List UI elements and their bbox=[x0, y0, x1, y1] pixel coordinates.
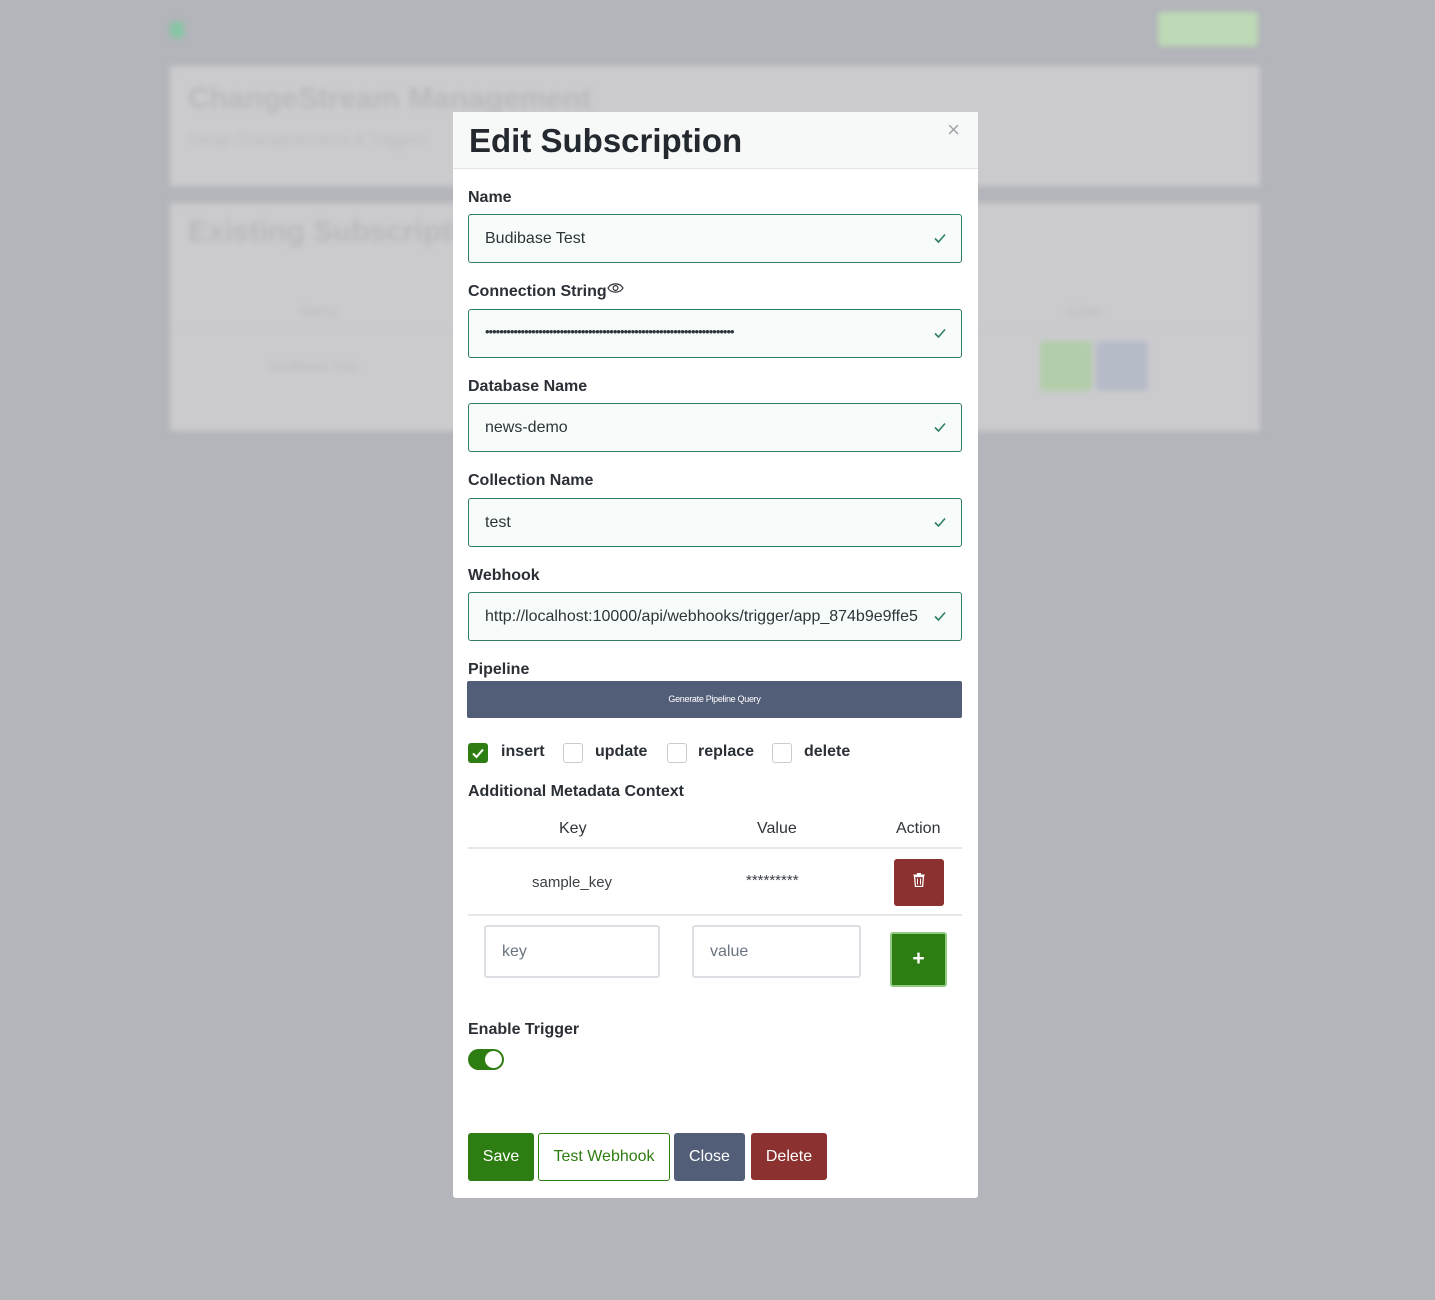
save-button[interactable]: Save bbox=[468, 1133, 534, 1181]
database-name-field[interactable]: news-demo bbox=[468, 403, 962, 452]
insert-checkbox[interactable] bbox=[468, 743, 488, 763]
database-name-label: Database Name bbox=[468, 378, 588, 395]
column-header-action: Action bbox=[896, 820, 941, 837]
insert-label: insert bbox=[501, 743, 545, 760]
table-cell-name: Budibase Test bbox=[270, 358, 358, 374]
webhook-label: Webhook bbox=[468, 567, 540, 584]
table-divider bbox=[468, 914, 962, 916]
test-webhook-button[interactable]: Test Webhook bbox=[538, 1133, 670, 1181]
delete-checkbox[interactable] bbox=[772, 743, 792, 763]
connection-string-label: Connection String bbox=[468, 283, 607, 300]
generate-pipeline-button[interactable]: Generate Pipeline Query bbox=[467, 681, 962, 718]
collection-name-value: test bbox=[485, 514, 511, 531]
modal-header: Edit Subscription × bbox=[453, 112, 978, 169]
delete-metadata-button[interactable] bbox=[894, 859, 944, 906]
table-divider bbox=[468, 847, 962, 849]
close-button[interactable]: Close bbox=[674, 1133, 745, 1181]
page-subtitle: Setup ChangeStreams & Triggers bbox=[188, 132, 428, 149]
table-header-name: Name bbox=[300, 303, 338, 319]
toggle-knob bbox=[485, 1051, 502, 1068]
replace-label: replace bbox=[698, 743, 755, 760]
edit-row-button bbox=[1040, 341, 1092, 391]
metadata-key-input[interactable]: key bbox=[484, 925, 660, 978]
check-icon bbox=[934, 611, 946, 622]
name-value: Budibase Test bbox=[485, 230, 586, 247]
metadata-label: Additional Metadata Context bbox=[468, 783, 685, 800]
connection-string-value: ••••••••••••••••••••••••••••••••••••••••… bbox=[485, 324, 735, 339]
check-icon bbox=[934, 233, 946, 244]
enable-trigger-label: Enable Trigger bbox=[468, 1021, 580, 1038]
column-header-value: Value bbox=[757, 820, 797, 837]
eye-icon[interactable] bbox=[607, 281, 624, 295]
update-checkbox[interactable] bbox=[563, 743, 583, 763]
pipeline-label: Pipeline bbox=[468, 661, 530, 678]
app-logo bbox=[170, 22, 184, 38]
table-header-action: Action bbox=[1065, 303, 1104, 319]
enable-trigger-toggle[interactable] bbox=[468, 1049, 504, 1070]
webhook-value: http://localhost:10000/api/webhooks/trig… bbox=[485, 608, 918, 625]
webhook-field[interactable]: http://localhost:10000/api/webhooks/trig… bbox=[468, 592, 962, 641]
close-icon[interactable]: × bbox=[947, 119, 960, 141]
column-header-key: Key bbox=[559, 820, 587, 837]
key-placeholder: key bbox=[502, 943, 527, 960]
check-icon bbox=[934, 328, 946, 339]
metadata-value-input[interactable]: value bbox=[692, 925, 861, 978]
delete-button[interactable]: Delete bbox=[751, 1133, 827, 1180]
collection-name-field[interactable]: test bbox=[468, 498, 962, 547]
add-metadata-button[interactable]: + bbox=[890, 932, 947, 987]
connection-string-field[interactable]: ••••••••••••••••••••••••••••••••••••••••… bbox=[468, 309, 962, 358]
page-title: ChangeStream Management bbox=[188, 82, 592, 115]
replace-checkbox[interactable] bbox=[667, 743, 687, 763]
trash-icon bbox=[913, 873, 925, 887]
name-field[interactable]: Budibase Test bbox=[468, 214, 962, 263]
update-label: update bbox=[595, 743, 648, 760]
database-name-value: news-demo bbox=[485, 419, 568, 436]
edit-subscription-modal: Edit Subscription × Name Budibase Test C… bbox=[453, 112, 978, 1198]
metadata-key-cell: sample_key bbox=[532, 874, 613, 891]
check-icon bbox=[934, 422, 946, 433]
name-label: Name bbox=[468, 189, 512, 206]
value-placeholder: value bbox=[710, 943, 749, 960]
top-action-button bbox=[1158, 12, 1258, 46]
modal-title: Edit Subscription bbox=[469, 122, 743, 159]
delete-row-button bbox=[1096, 341, 1148, 391]
delete-label: delete bbox=[804, 743, 851, 760]
metadata-value-cell: ********* bbox=[746, 872, 799, 889]
checkmark-icon bbox=[472, 748, 484, 759]
collection-name-label: Collection Name bbox=[468, 472, 594, 489]
check-icon bbox=[934, 517, 946, 528]
